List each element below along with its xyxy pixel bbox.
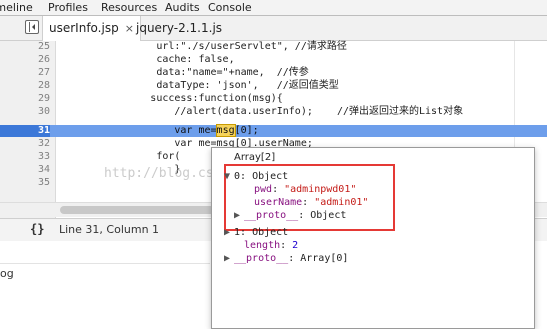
menu-resources[interactable]: Resources (101, 0, 157, 15)
property-separator: : (272, 184, 285, 195)
code-text-after: [0]; (234, 125, 259, 136)
menu-audits[interactable]: Audits (165, 0, 200, 15)
toggle-navigator-icon[interactable] (25, 20, 39, 34)
line-number[interactable]: 34 (0, 164, 50, 176)
code-text: data:"name="+name, //传参 (60, 67, 309, 78)
inspector-row: length: 2 (234, 239, 298, 252)
property-key: length (244, 240, 281, 251)
tab-userinfo-jsp[interactable]: userInfo.jsp × (42, 16, 141, 41)
property-value: Object (252, 171, 289, 182)
property-separator: : (298, 210, 311, 221)
property-key: __proto__ (244, 210, 299, 221)
source-tab-bar: userInfo.jsp × jquery-2.1.1.js (0, 16, 547, 41)
object-inspector-popover[interactable]: Array[2] ▼ 0: Object pwd: "adminpwd01" user… (211, 147, 535, 329)
code-line[interactable]: 26 cache: false, (0, 54, 547, 66)
code-text: dataType: 'json', //返回值类型 (60, 80, 339, 91)
collapsed-arrow-icon[interactable]: ▶ (234, 209, 244, 222)
code-text-before: var me= (60, 125, 217, 136)
property-value: "adminpwd01" (284, 184, 357, 195)
cursor-position: Line 31, Column 1 (59, 223, 160, 236)
toggle-arrow (32, 24, 35, 30)
property-separator: : (288, 253, 301, 264)
console-divider (0, 263, 210, 264)
code-line[interactable]: 27 data:"name="+name, //传参 (0, 67, 547, 79)
line-number[interactable]: 27 (0, 67, 50, 79)
console-log-text: og (0, 267, 14, 280)
code-text: url:"./s/userServlet", //请求路径 (60, 41, 347, 52)
property-value: Object (310, 210, 347, 221)
property-separator: : (240, 227, 253, 238)
code-line-current[interactable]: 31 var me=msg[0]; (0, 124, 547, 137)
code-text: //alert(data.userInfo); //弹出返回过来的List对象 (60, 106, 464, 117)
property-value: "admin01" (314, 197, 369, 208)
collapsed-arrow-icon[interactable]: ▶ (224, 252, 234, 265)
line-number[interactable]: 30 (0, 106, 50, 118)
property-separator: : (280, 240, 293, 251)
tab-jquery[interactable]: jquery-2.1.1.js (130, 16, 228, 40)
property-separator: : (240, 171, 253, 182)
toggle-bar (29, 22, 30, 32)
popover-title: Array[2] (234, 152, 276, 163)
property-separator: : (302, 197, 315, 208)
menu-profiles[interactable]: Profiles (48, 0, 88, 15)
line-number[interactable]: 26 (0, 54, 50, 66)
inspector-row[interactable]: ▶ __proto__: Array[0] (224, 252, 348, 265)
line-number[interactable]: 33 (0, 151, 50, 163)
property-value: 2 (292, 240, 299, 251)
pretty-print-icon[interactable]: {} (30, 222, 44, 236)
menu-timeline[interactable]: Timeline (0, 0, 33, 15)
property-key: pwd (254, 184, 273, 195)
tab-label: userInfo.jsp (49, 21, 119, 35)
property-key: userName (254, 197, 303, 208)
inspector-row[interactable]: ▶ __proto__: Object (234, 209, 346, 222)
property-value: Object (252, 227, 289, 238)
property-key: __proto__ (234, 253, 289, 264)
code-text: var me=msg[0]; (60, 124, 259, 137)
inspector-row[interactable]: ▼ 0: Object (224, 170, 288, 183)
devtools-menu-bar: Timeline Profiles Resources Audits Conso… (0, 0, 547, 16)
line-number[interactable]: 28 (0, 80, 50, 92)
collapsed-arrow-icon[interactable]: ▶ (224, 226, 234, 239)
code-text: for( (60, 151, 181, 162)
code-text: cache: false, (60, 54, 235, 65)
property-value: Array[0] (300, 253, 349, 264)
code-line[interactable]: 29 success:function(msg){ (0, 93, 547, 105)
expanded-arrow-icon[interactable]: ▼ (224, 170, 234, 183)
hovered-variable[interactable]: msg (215, 124, 236, 137)
line-number[interactable]: 29 (0, 93, 50, 105)
code-line[interactable]: 25 url:"./s/userServlet", //请求路径 (0, 41, 547, 53)
inspector-row[interactable]: ▶ 1: Object (224, 226, 288, 239)
line-number[interactable]: 25 (0, 41, 50, 53)
line-number[interactable]: 35 (0, 177, 50, 189)
line-number-breakpoint[interactable]: 31 (0, 125, 50, 137)
code-text: } (60, 164, 181, 175)
code-line[interactable]: 28 dataType: 'json', //返回值类型 (0, 80, 547, 92)
inspector-row: pwd: "adminpwd01" (244, 183, 356, 196)
tab-label: jquery-2.1.1.js (136, 21, 223, 35)
menu-console[interactable]: Console (208, 0, 252, 15)
inspector-row: userName: "admin01" (244, 196, 368, 209)
line-number[interactable]: 32 (0, 138, 50, 150)
code-line[interactable]: 30 //alert(data.userInfo); //弹出返回过来的List… (0, 106, 547, 118)
code-text: success:function(msg){ (60, 93, 283, 104)
